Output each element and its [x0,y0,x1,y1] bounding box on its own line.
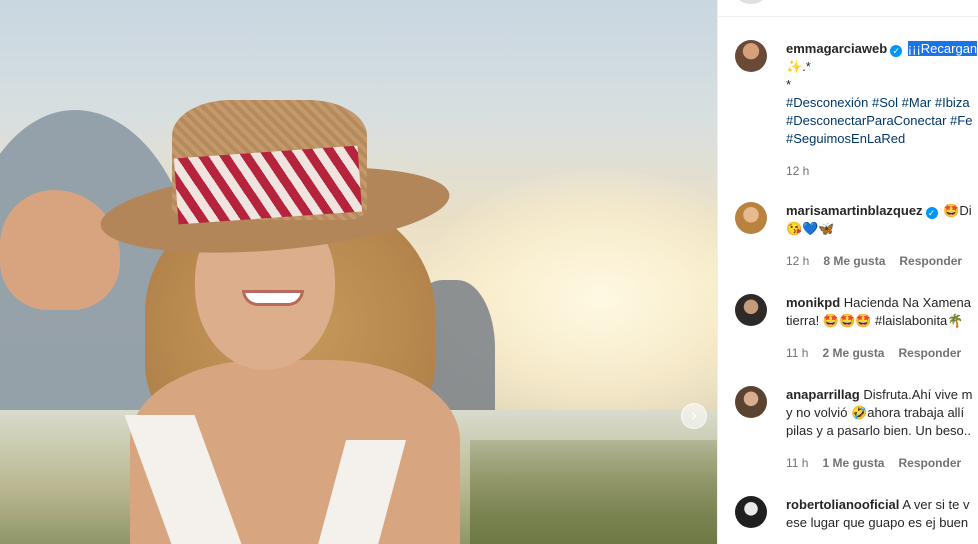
verified-icon: ✓ [890,45,903,57]
reply-button[interactable]: Responder [899,254,962,268]
comment-line-1: robertolianooficial A ver si te v [786,496,978,514]
comment-time[interactable]: 11 h [786,456,808,470]
comment-likes[interactable]: 1 Me gusta [822,456,884,470]
avatar[interactable] [735,40,767,72]
hat-band [173,145,363,225]
panel-header [718,0,978,17]
comment-line-2: tierra! 🤩🤩🤩 #laislabonita🌴 [786,313,964,328]
grass [470,440,717,544]
caption-time[interactable]: 12 h [786,164,809,178]
caption-username[interactable]: emmagarciaweb [786,41,887,56]
comment-meta: 12 h 8 Me gusta Responder [786,254,976,268]
comment-line-1: marisamartinblazquez ✓ 🤩Di [786,202,978,220]
comment-text: Disfruta.Ahí vive m [863,387,973,402]
avatar[interactable] [735,202,767,234]
comment-line-1: anaparrillag Disfruta.Ahí vive m [786,386,978,404]
comment-username[interactable]: robertolianooficial [786,497,899,512]
comment-meta: 11 h 1 Me gusta Responder [786,456,975,470]
smile [242,290,304,306]
comment-likes[interactable]: 2 Me gusta [822,346,884,360]
comment-time[interactable]: 12 h [786,254,809,268]
next-photo-button[interactable]: › [681,403,707,429]
post-photo[interactable]: › [0,0,717,544]
comment-text: 🤩Di [943,203,972,218]
comment-likes[interactable]: 8 Me gusta [823,254,885,268]
comment-line-1: monikpd Hacienda Na Xamena [786,294,978,312]
comment-meta: 11 h 2 Me gusta Responder [786,346,975,360]
comment-username[interactable]: monikpd [786,295,840,310]
avatar[interactable] [735,294,767,326]
reply-button[interactable]: Responder [898,456,961,470]
comment-line-2: y no volvió 🤣ahora trabaja allí [786,405,965,420]
caption-line-2: ✨.* [786,59,811,74]
caption-hashtags-2[interactable]: #DesconectarParaConectar #Fe [786,112,978,130]
caption-line-1: emmagarciaweb ✓ ¡¡¡Recargan [786,40,978,58]
reply-button[interactable]: Responder [898,346,961,360]
caption-highlight: ¡¡¡Recargan [907,41,978,56]
caption-hashtags-3[interactable]: #SeguimosEnLaRed [786,130,978,148]
comment-username[interactable]: anaparrillag [786,387,860,402]
comment-line-2: 😘💙🦋 [786,221,835,236]
verified-icon: ✓ [925,207,938,219]
chevron-right-icon: › [691,407,697,424]
avatar[interactable] [735,496,767,528]
comment-line-3: pilas y a pasarlo bien. Un beso.. [786,423,971,438]
caption-line-3: * [786,77,792,92]
comment-line-2: ese lugar que guapo es ej buen [786,515,969,530]
caption-hashtags-1[interactable]: #Desconexión #Sol #Mar #Ibiza [786,94,978,112]
comment-username[interactable]: marisamartinblazquez [786,203,923,218]
header-avatar[interactable] [737,0,765,4]
comment-text: Hacienda Na Xamena [843,295,971,310]
avatar[interactable] [735,386,767,418]
comment-time[interactable]: 11 h [786,346,808,360]
comment-text: A ver si te v [902,497,970,512]
comments-panel: emmagarciaweb ✓ ¡¡¡Recargan ✨.* * #Descon… [717,0,978,544]
